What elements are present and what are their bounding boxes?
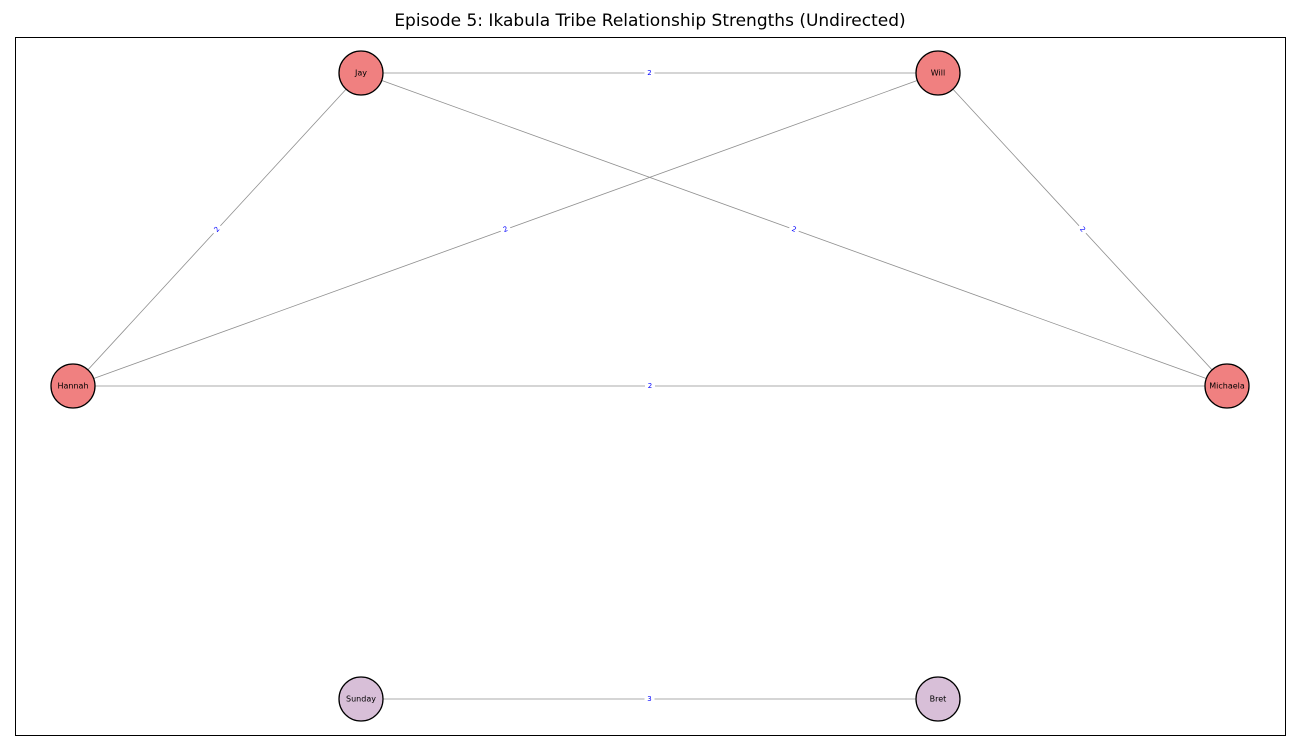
relationship-graph: 22 22 223 Jay WillHannah MichaelaSunday Bret [15,37,1286,736]
node-label: Sunday [346,695,376,704]
node-label: Bret [930,695,947,704]
node-hannah: Hannah [50,363,96,409]
edge-weight-text: 3 [647,695,651,703]
edge-weight-text: 2 [648,382,652,390]
edge-weight-label: 2 [645,381,655,391]
node-label: Jay [354,69,367,78]
node-will: Will [915,50,961,96]
edge-weight-label: 3 [644,694,655,704]
node-label: Michaela [1209,382,1245,391]
node-jay: Jay [338,50,384,96]
node-bret: Bret [915,676,961,722]
edge-weight-label: 2 [787,223,801,236]
node-sunday: Sunday [338,676,384,722]
node-label: Hannah [57,382,88,391]
edge-weight-label: 2 [644,68,655,78]
node-michaela: Michaela [1204,363,1250,409]
edge-weight-text: 2 [647,69,651,77]
edge-weight-label: 2 [499,223,512,236]
node-label: Will [931,69,945,78]
